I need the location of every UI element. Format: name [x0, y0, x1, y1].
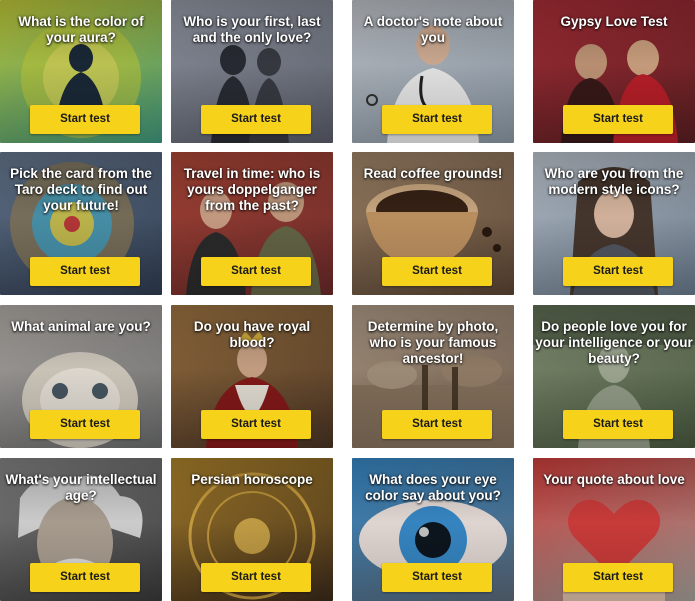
test-card-title: Who are you from the modern style icons? [544, 166, 684, 197]
start-test-button[interactable]: Start test [30, 257, 140, 286]
test-card[interactable]: Your quote about love Start test [533, 458, 695, 601]
start-test-button[interactable]: Start test [201, 410, 311, 439]
test-card[interactable]: Determine by photo, who is your famous a… [352, 305, 514, 448]
start-test-button[interactable]: Start test [201, 105, 311, 134]
test-card-title: Your quote about love [543, 472, 685, 487]
test-card-title: What does your eye color say about you? [365, 472, 501, 503]
test-card[interactable]: Do you have royal blood? Start test [171, 305, 333, 448]
start-test-button[interactable]: Start test [563, 563, 673, 592]
test-card-title: Determine by photo, who is your famous a… [367, 319, 499, 366]
test-card[interactable]: Pick the card from the Taro deck to find… [0, 152, 162, 295]
start-test-button[interactable]: Start test [563, 410, 673, 439]
test-card-title: Do people love you for your intelligence… [535, 319, 693, 366]
start-test-button[interactable]: Start test [563, 105, 673, 134]
test-card-title: Do you have royal blood? [193, 319, 311, 350]
start-test-button[interactable]: Start test [382, 563, 492, 592]
test-card[interactable]: Do people love you for your intelligence… [533, 305, 695, 448]
test-card[interactable]: What is the color of your aura? Start tes… [0, 0, 162, 143]
test-card-title: A doctor's note about you [363, 14, 503, 45]
start-test-button[interactable]: Start test [201, 563, 311, 592]
test-card[interactable]: What's your intellectual age? Start test [0, 458, 162, 601]
test-card[interactable]: Who are you from the modern style icons?… [533, 152, 695, 295]
test-card[interactable]: What animal are you? Start test [0, 305, 162, 448]
start-test-button[interactable]: Start test [30, 410, 140, 439]
start-test-button[interactable]: Start test [30, 105, 140, 134]
start-test-button[interactable]: Start test [563, 257, 673, 286]
test-card[interactable]: Read coffee grounds! Start test [352, 152, 514, 295]
test-card-title: What's your intellectual age? [5, 472, 157, 503]
test-card-title: Who is your first, last and the only lov… [183, 14, 321, 45]
test-card-title: What is the color of your aura? [18, 14, 144, 45]
start-test-button[interactable]: Start test [382, 257, 492, 286]
start-test-button[interactable]: Start test [201, 257, 311, 286]
test-card-title: Read coffee grounds! [363, 166, 503, 181]
test-card[interactable]: Gypsy Love Test Start test [533, 0, 695, 143]
test-card-title: Persian horoscope [191, 472, 313, 487]
test-card-title: Pick the card from the Taro deck to find… [10, 166, 152, 213]
test-card-title: What animal are you? [11, 319, 151, 334]
test-card-title: Gypsy Love Test [560, 14, 668, 29]
test-card[interactable]: Travel in time: who is yours doppelgange… [171, 152, 333, 295]
test-card[interactable]: A doctor's note about you Start test [352, 0, 514, 143]
test-card[interactable]: What does your eye color say about you? S… [352, 458, 514, 601]
test-grid: What is the color of your aura? Start tes… [0, 0, 695, 601]
start-test-button[interactable]: Start test [382, 410, 492, 439]
test-card-title: Travel in time: who is yours doppelgange… [183, 166, 321, 213]
test-card[interactable]: Persian horoscope Start test [171, 458, 333, 601]
start-test-button[interactable]: Start test [30, 563, 140, 592]
start-test-button[interactable]: Start test [382, 105, 492, 134]
test-card[interactable]: Who is your first, last and the only lov… [171, 0, 333, 143]
